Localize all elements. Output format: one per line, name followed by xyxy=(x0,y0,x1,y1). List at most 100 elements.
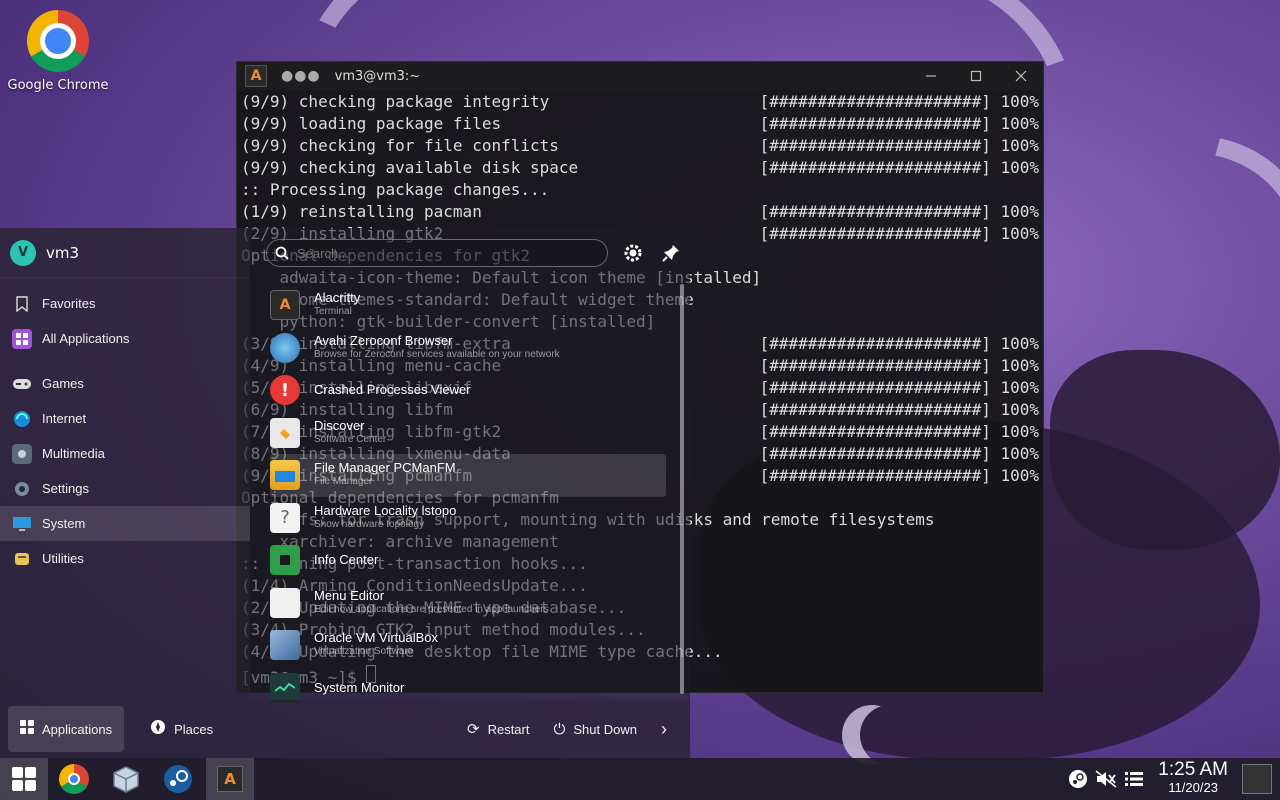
app-name: Crashed Processes Viewer xyxy=(314,382,471,398)
app-name: Alacritty xyxy=(314,290,361,306)
virtualbox-icon xyxy=(113,766,139,793)
compass-icon xyxy=(150,719,166,739)
app-item-discover[interactable]: Discover Software Center xyxy=(270,412,680,455)
places-label: Places xyxy=(174,721,214,737)
terminal-line-text: (9/9) checking for file conflicts xyxy=(241,136,559,155)
app-item-lstopo[interactable]: ? Hardware Locality lstopo Show hardware … xyxy=(270,497,680,540)
app-name: Info Center xyxy=(314,552,379,568)
app-item-alacritty[interactable]: A Alacritty Terminal xyxy=(270,284,680,327)
app-item-info-center[interactable]: Info Center xyxy=(270,539,680,582)
category-label: Utilities xyxy=(42,551,84,566)
taskbar-steam[interactable] xyxy=(154,758,202,800)
app-name: File Manager PCManFM xyxy=(314,460,456,476)
category-internet[interactable]: Internet xyxy=(0,401,250,436)
terminal-line-text: (9/9) checking available disk space xyxy=(241,158,579,177)
app-item-virtualbox[interactable]: Oracle VM VirtualBox Virtualization Softw… xyxy=(270,624,680,667)
gamepad-icon xyxy=(12,374,32,394)
terminal-line: (9/9) checking for file conflicts [######… xyxy=(241,135,1039,157)
restart-button[interactable]: ⟳ Restart xyxy=(455,706,541,752)
progress-bar-text: [######################] 100% xyxy=(759,444,1039,463)
shopping-bag-icon xyxy=(270,417,300,448)
clock-time: 1:25 AM xyxy=(1158,759,1228,780)
user-name: vm3 xyxy=(46,243,80,262)
more-power-options-button[interactable]: › xyxy=(649,706,679,752)
app-item-crashed-processes[interactable]: ! Crashed Processes Viewer xyxy=(270,369,680,412)
app-launcher-button[interactable] xyxy=(0,758,48,800)
progress-bar-text: [######################] 100% xyxy=(759,158,1039,177)
category-all-applications[interactable]: All Applications xyxy=(0,321,250,356)
power-icon: ⏻ xyxy=(553,720,566,738)
maximize-icon xyxy=(970,70,981,82)
search-field[interactable] xyxy=(266,239,608,267)
taskbar: A 1:25 AM 11/20/23 xyxy=(0,758,1280,800)
clock[interactable]: 1:25 AM 11/20/23 xyxy=(1158,759,1228,797)
user-row[interactable]: V vm3 xyxy=(0,228,250,278)
chevron-right-icon: › xyxy=(660,718,667,739)
app-desc: Edit how applications are presented in a… xyxy=(314,603,549,615)
app-desc: Virtualization Software xyxy=(314,646,414,658)
clock-date: 11/20/23 xyxy=(1168,780,1218,795)
taskbar-alacritty[interactable]: A xyxy=(206,758,254,800)
shutdown-button[interactable]: ⏻ Shut Down xyxy=(541,706,648,752)
window-title: vm3@vm3:~ xyxy=(334,68,421,84)
terminal-titlebar[interactable]: A ●●● vm3@vm3:~ xyxy=(237,62,1043,90)
progress-bar-text: [######################] 100% xyxy=(759,356,1039,375)
app-item-menu-editor[interactable]: Menu Editor Edit how applications are pre… xyxy=(270,582,680,625)
minimize-button[interactable] xyxy=(908,62,953,90)
tray-notifications[interactable] xyxy=(1120,771,1148,787)
app-name: System Monitor xyxy=(314,679,405,695)
app-list-scrollbar[interactable] xyxy=(680,284,684,694)
pin-button[interactable] xyxy=(658,240,684,266)
app-desc: Software Center xyxy=(314,433,387,445)
app-list-panel: A AlacrittyTerminal Avahi Zeroconf Brows… xyxy=(250,228,690,703)
terminal-line: (9/9) checking available disk space [####… xyxy=(241,157,1039,179)
launcher-icon xyxy=(12,767,36,791)
progress-bar-text: [######################] 100% xyxy=(759,202,1039,221)
progress-bar-text: [######################] 100% xyxy=(759,92,1039,111)
category-settings[interactable]: Settings xyxy=(0,471,250,506)
desktop-icon-chrome[interactable]: Google Chrome xyxy=(6,10,110,93)
category-favorites[interactable]: Favorites xyxy=(0,286,250,321)
pin-icon xyxy=(662,245,679,262)
unknown-app-icon: ? xyxy=(270,502,300,533)
category-system[interactable]: System xyxy=(0,506,250,541)
category-multimedia[interactable]: Multimedia xyxy=(0,436,250,471)
close-button[interactable] xyxy=(998,62,1043,90)
tray-volume[interactable] xyxy=(1092,770,1120,788)
media-icon xyxy=(12,443,32,464)
configure-button[interactable] xyxy=(620,240,646,266)
app-list: A Alacritty Terminal Avahi Zeroconf Brows… xyxy=(270,284,680,709)
terminal-line: (9/9) checking package integrity [#######… xyxy=(241,91,1039,113)
applications-tab[interactable]: Applications xyxy=(8,706,125,752)
terminal-line: :: Processing package changes... xyxy=(241,179,1039,201)
places-tab[interactable]: Places xyxy=(138,706,225,752)
progress-bar-text: [######################] 100% xyxy=(759,136,1039,155)
maximize-button[interactable] xyxy=(953,62,998,90)
show-desktop-button[interactable] xyxy=(1242,764,1272,794)
app-item-pcmanfm[interactable]: File Manager PCManFM File Manager xyxy=(270,454,666,497)
category-games[interactable]: Games xyxy=(0,366,250,401)
search-input[interactable] xyxy=(297,245,577,261)
category-utilities[interactable]: Utilities xyxy=(0,541,250,576)
alacritty-icon: A xyxy=(245,65,267,87)
globe-icon xyxy=(12,409,32,429)
more-icon[interactable]: ●●● xyxy=(281,68,321,84)
alacritty-icon: A xyxy=(270,290,300,321)
progress-bar-text: [######################] 100% xyxy=(759,224,1039,243)
progress-bar-text: [######################] 100% xyxy=(759,334,1039,353)
app-desc: Show hardware topology xyxy=(314,518,425,530)
app-item-avahi[interactable]: Avahi Zeroconf Browser Browse for Zerocon… xyxy=(270,327,680,370)
progress-bar-text: [######################] 100% xyxy=(759,114,1039,133)
monitor-graph-icon xyxy=(270,672,300,703)
system-tray: 1:25 AM 11/20/23 xyxy=(1064,758,1280,800)
network-globe-icon xyxy=(270,332,300,363)
taskbar-chrome[interactable] xyxy=(50,758,98,800)
category-label: All Applications xyxy=(42,331,130,346)
app-name: Discover xyxy=(314,417,365,433)
taskbar-virtualbox[interactable] xyxy=(102,758,150,800)
app-name: Avahi Zeroconf Browser xyxy=(314,332,453,348)
bookmark-icon xyxy=(12,294,32,314)
close-icon xyxy=(1015,70,1026,82)
tray-steam[interactable] xyxy=(1064,769,1092,789)
terminal-line-text: :: Processing package changes... xyxy=(241,180,550,199)
